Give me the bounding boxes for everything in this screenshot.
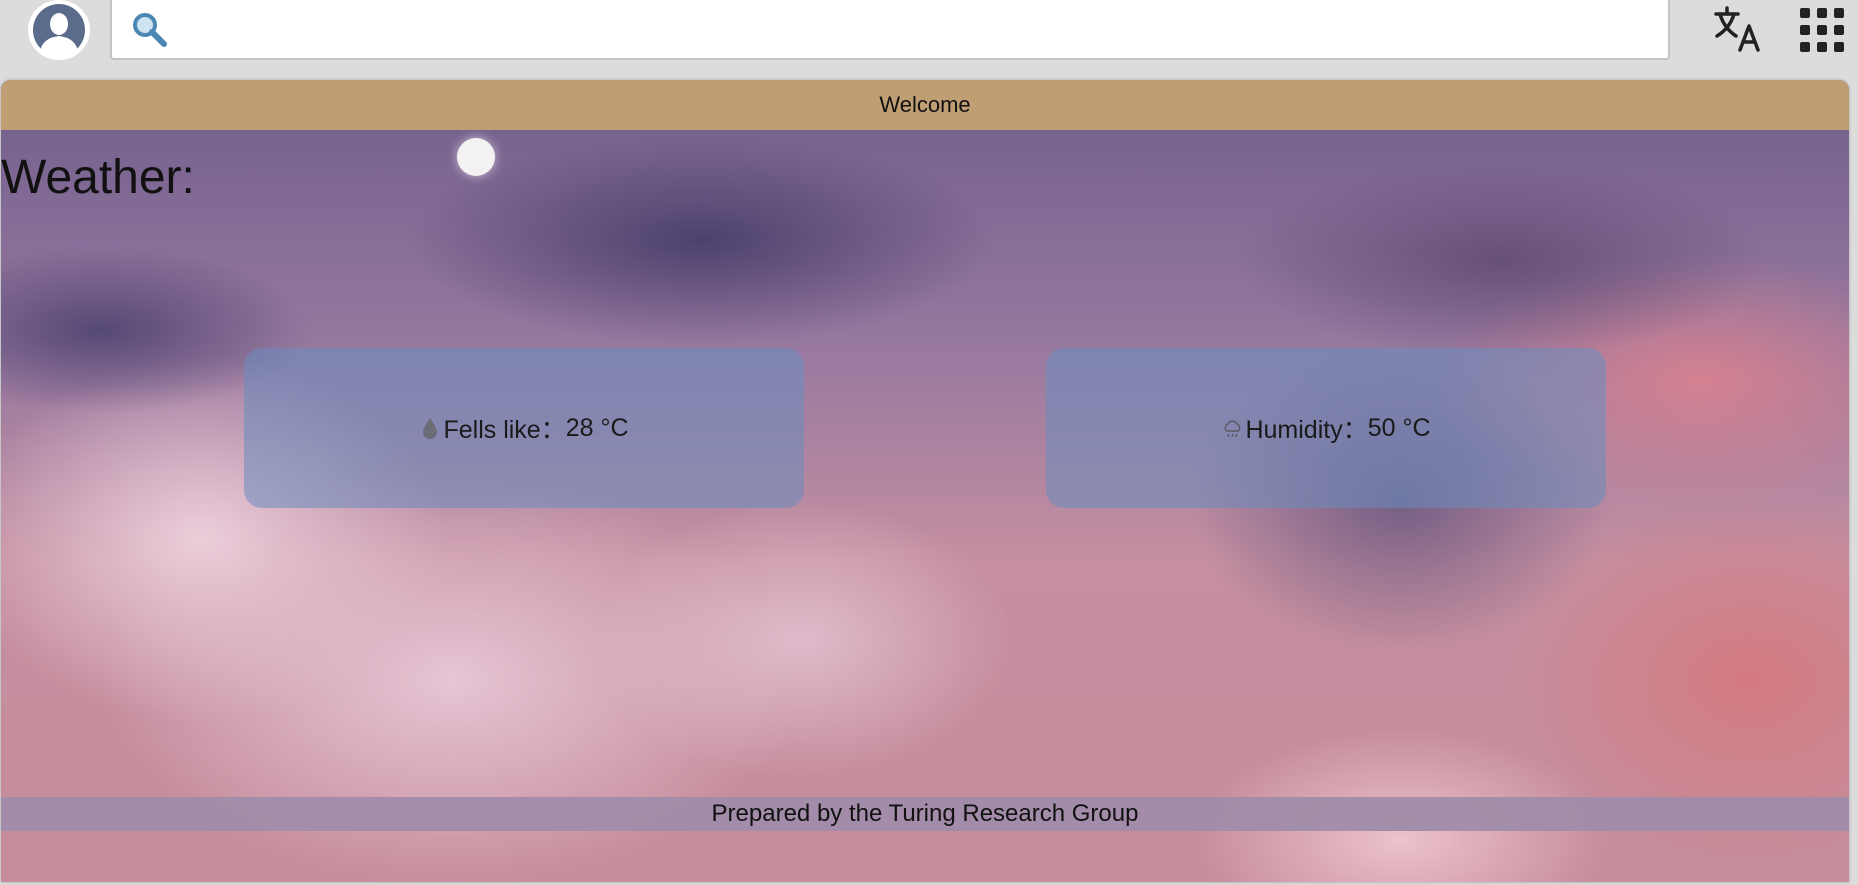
translate-icon[interactable]: [1712, 4, 1764, 56]
moon-image: [457, 138, 495, 176]
apps-grid-icon[interactable]: [1800, 8, 1844, 52]
search-bar[interactable]: [110, 0, 1670, 60]
humidity-value: 50 °C: [1367, 413, 1431, 442]
feels-like-card: Fells like： 28 °C: [244, 348, 804, 508]
footer-bar: Prepared by the Turing Research Group: [1, 797, 1849, 831]
cloud-icon: [1225, 420, 1241, 438]
feels-like-value: 28 °C: [565, 413, 629, 442]
footer-text: Prepared by the Turing Research Group: [711, 800, 1139, 827]
welcome-header: Welcome: [1, 80, 1849, 130]
user-avatar-icon[interactable]: [28, 0, 90, 60]
humidity-label: Humidity：: [1245, 416, 1368, 444]
top-toolbar: [0, 0, 1858, 72]
page-title: Weather:: [1, 151, 195, 204]
feels-like-label: Fells like：: [443, 416, 566, 444]
water-drop-icon: [423, 418, 438, 439]
search-icon[interactable]: [130, 10, 170, 50]
search-input[interactable]: [182, 8, 1646, 50]
weather-page: Welcome Weather: Fells like： 28 °C Humid…: [1, 80, 1849, 882]
humidity-card: Humidity： 50 °C: [1046, 348, 1606, 508]
welcome-title: Welcome: [879, 92, 971, 117]
